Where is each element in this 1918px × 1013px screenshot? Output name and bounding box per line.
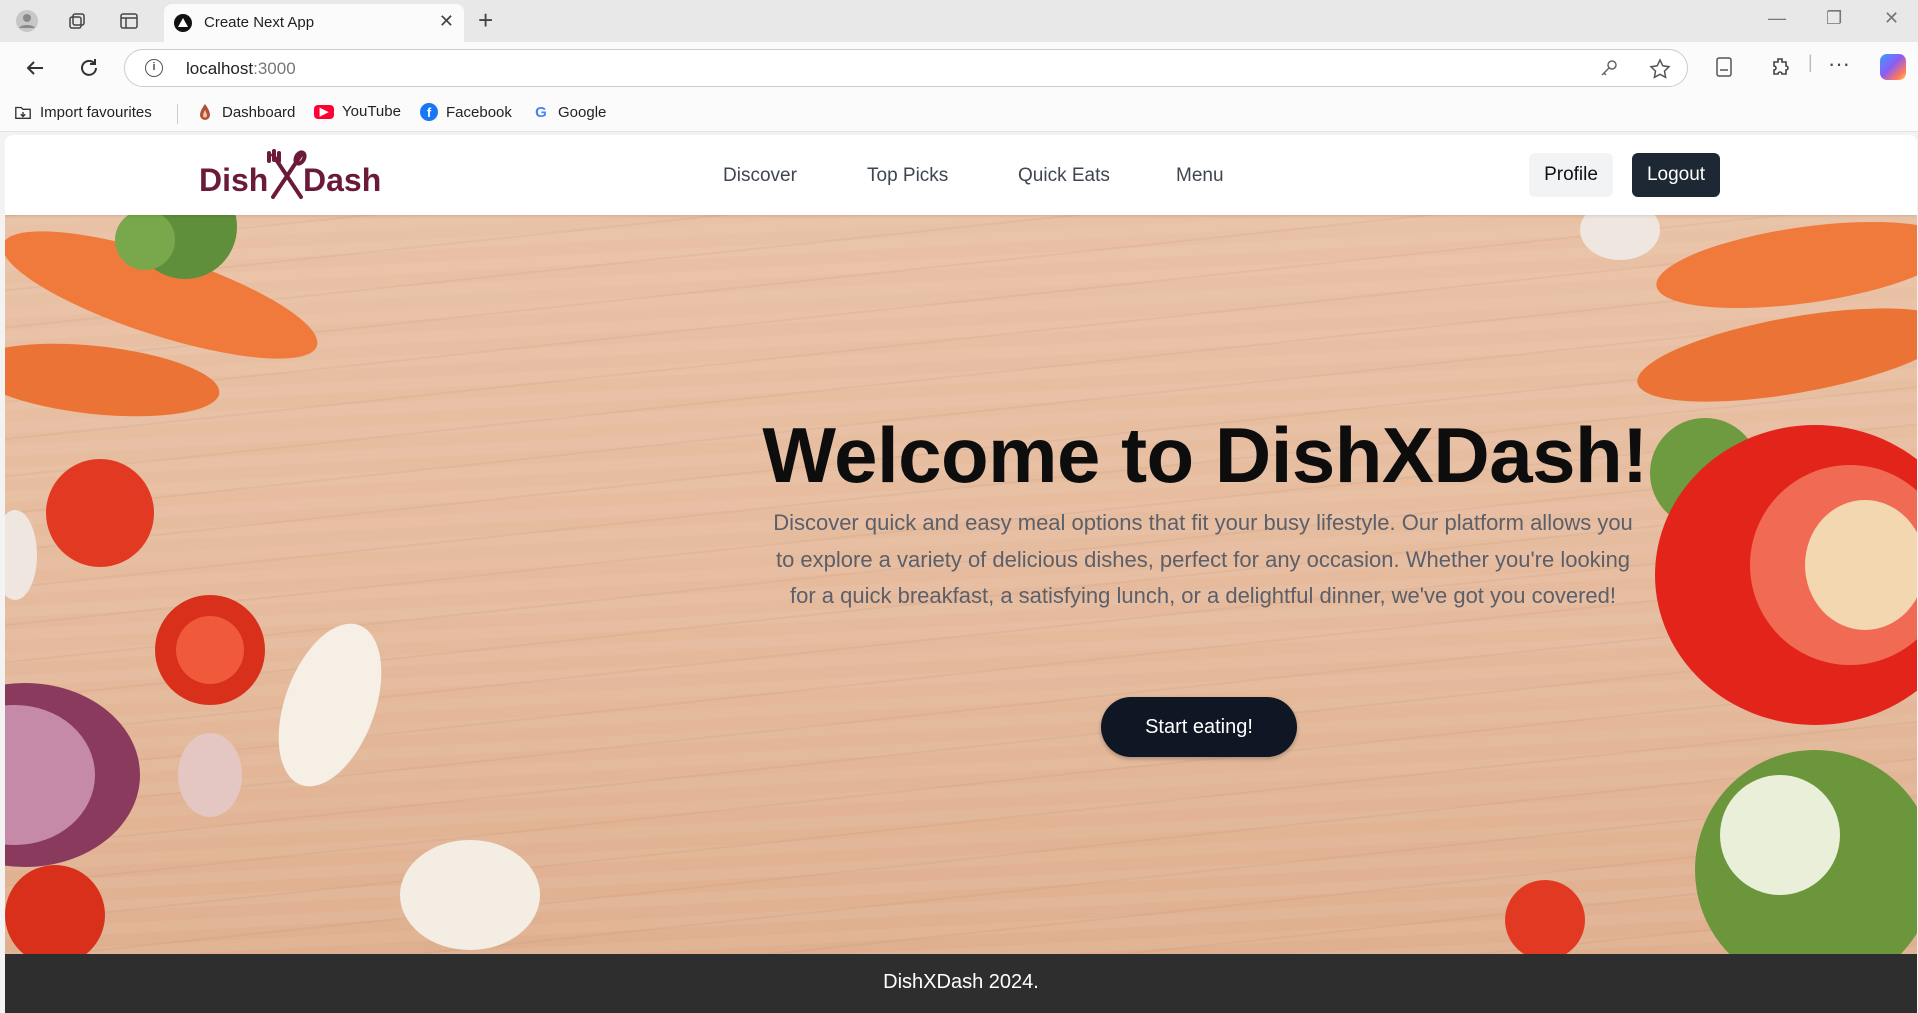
- logo-text-left: Dish: [199, 162, 268, 198]
- password-key-icon[interactable]: [1599, 58, 1619, 83]
- site-info-icon[interactable]: i: [145, 59, 163, 77]
- site-footer: DishXDash 2024.: [5, 954, 1917, 1013]
- favourite-star-icon[interactable]: [1649, 58, 1671, 85]
- google-icon: G: [535, 103, 547, 121]
- refresh-icon[interactable]: [74, 53, 104, 83]
- fork-spoon-icon: [267, 149, 307, 199]
- start-eating-button[interactable]: Start eating!: [1101, 697, 1297, 757]
- bookmark-dashboard[interactable]: Dashboard: [196, 103, 295, 121]
- bookmark-facebook[interactable]: f Facebook: [420, 103, 512, 121]
- bookmarks-divider: [177, 104, 178, 124]
- url-bar[interactable]: i localhost:3000: [124, 49, 1688, 87]
- facebook-icon: f: [420, 103, 438, 121]
- logo-text-right: Dash: [303, 162, 381, 198]
- bookmark-label: Import favourites: [40, 103, 152, 121]
- bookmark-import-favourites[interactable]: Import favourites: [14, 103, 152, 121]
- bookmark-google[interactable]: G Google: [532, 103, 606, 121]
- minimize-icon[interactable]: —: [1768, 8, 1786, 29]
- close-window-icon[interactable]: ✕: [1884, 8, 1899, 29]
- hero-title: Welcome to DishXDash!: [762, 411, 1648, 499]
- more-options-icon[interactable]: ···: [1828, 51, 1850, 77]
- nav-top-picks[interactable]: Top Picks: [867, 165, 948, 187]
- browser-tab-bar: Create Next App ✕ + — ❐ ✕: [0, 0, 1918, 42]
- toolbar-divider: |: [1808, 52, 1813, 72]
- site-navbar: Dish Dash Discover Top Picks Quick Eats …: [5, 135, 1917, 215]
- bookmark-label: YouTube: [342, 103, 401, 120]
- bookmark-label: Facebook: [446, 103, 512, 121]
- nav-discover[interactable]: Discover: [723, 165, 797, 187]
- hero-section: Welcome to DishXDash! Discover quick and…: [5, 215, 1917, 954]
- bookmark-label: Google: [558, 103, 607, 121]
- import-icon: [14, 103, 32, 121]
- close-tab-icon[interactable]: ✕: [439, 11, 454, 32]
- back-icon[interactable]: [20, 53, 50, 83]
- reading-view-icon[interactable]: [1714, 56, 1734, 83]
- url-text: localhost:3000: [186, 59, 296, 79]
- footer-copyright: DishXDash 2024.: [883, 971, 1039, 993]
- logout-button[interactable]: Logout: [1632, 153, 1720, 197]
- dishxdash-logo[interactable]: Dish Dash: [199, 147, 399, 205]
- bookmark-label: Dashboard: [222, 103, 296, 121]
- copilot-icon[interactable]: [1880, 54, 1906, 80]
- url-port: :3000: [253, 59, 296, 78]
- bookmarks-bar: Import favourites Dashboard ▶ YouTube f …: [0, 94, 1918, 132]
- youtube-icon: ▶: [314, 104, 334, 119]
- tab-title: Create Next App: [204, 14, 315, 31]
- extensions-icon[interactable]: [1770, 56, 1792, 83]
- nav-menu[interactable]: Menu: [1176, 165, 1224, 187]
- nav-quick-eats[interactable]: Quick Eats: [1018, 165, 1110, 187]
- tab-create-next-app[interactable]: Create Next App ✕: [164, 4, 464, 42]
- new-tab-icon[interactable]: +: [478, 6, 493, 34]
- bookmark-youtube[interactable]: ▶ YouTube: [314, 103, 401, 120]
- dashboard-icon: [196, 103, 214, 121]
- nextjs-favicon-icon: [174, 14, 192, 32]
- restore-icon[interactable]: ❐: [1826, 8, 1842, 29]
- workspaces-icon[interactable]: [64, 8, 90, 34]
- url-host: localhost: [186, 59, 254, 78]
- tab-actions-icon[interactable]: [116, 8, 142, 34]
- profile-button[interactable]: Profile: [1529, 153, 1613, 197]
- hero-description: Discover quick and easy meal options tha…: [773, 510, 1633, 608]
- address-toolbar: i localhost:3000 | ···: [0, 42, 1918, 94]
- profile-icon[interactable]: [14, 8, 40, 34]
- web-page: Dish Dash Discover Top Picks Quick Eats …: [5, 135, 1917, 1013]
